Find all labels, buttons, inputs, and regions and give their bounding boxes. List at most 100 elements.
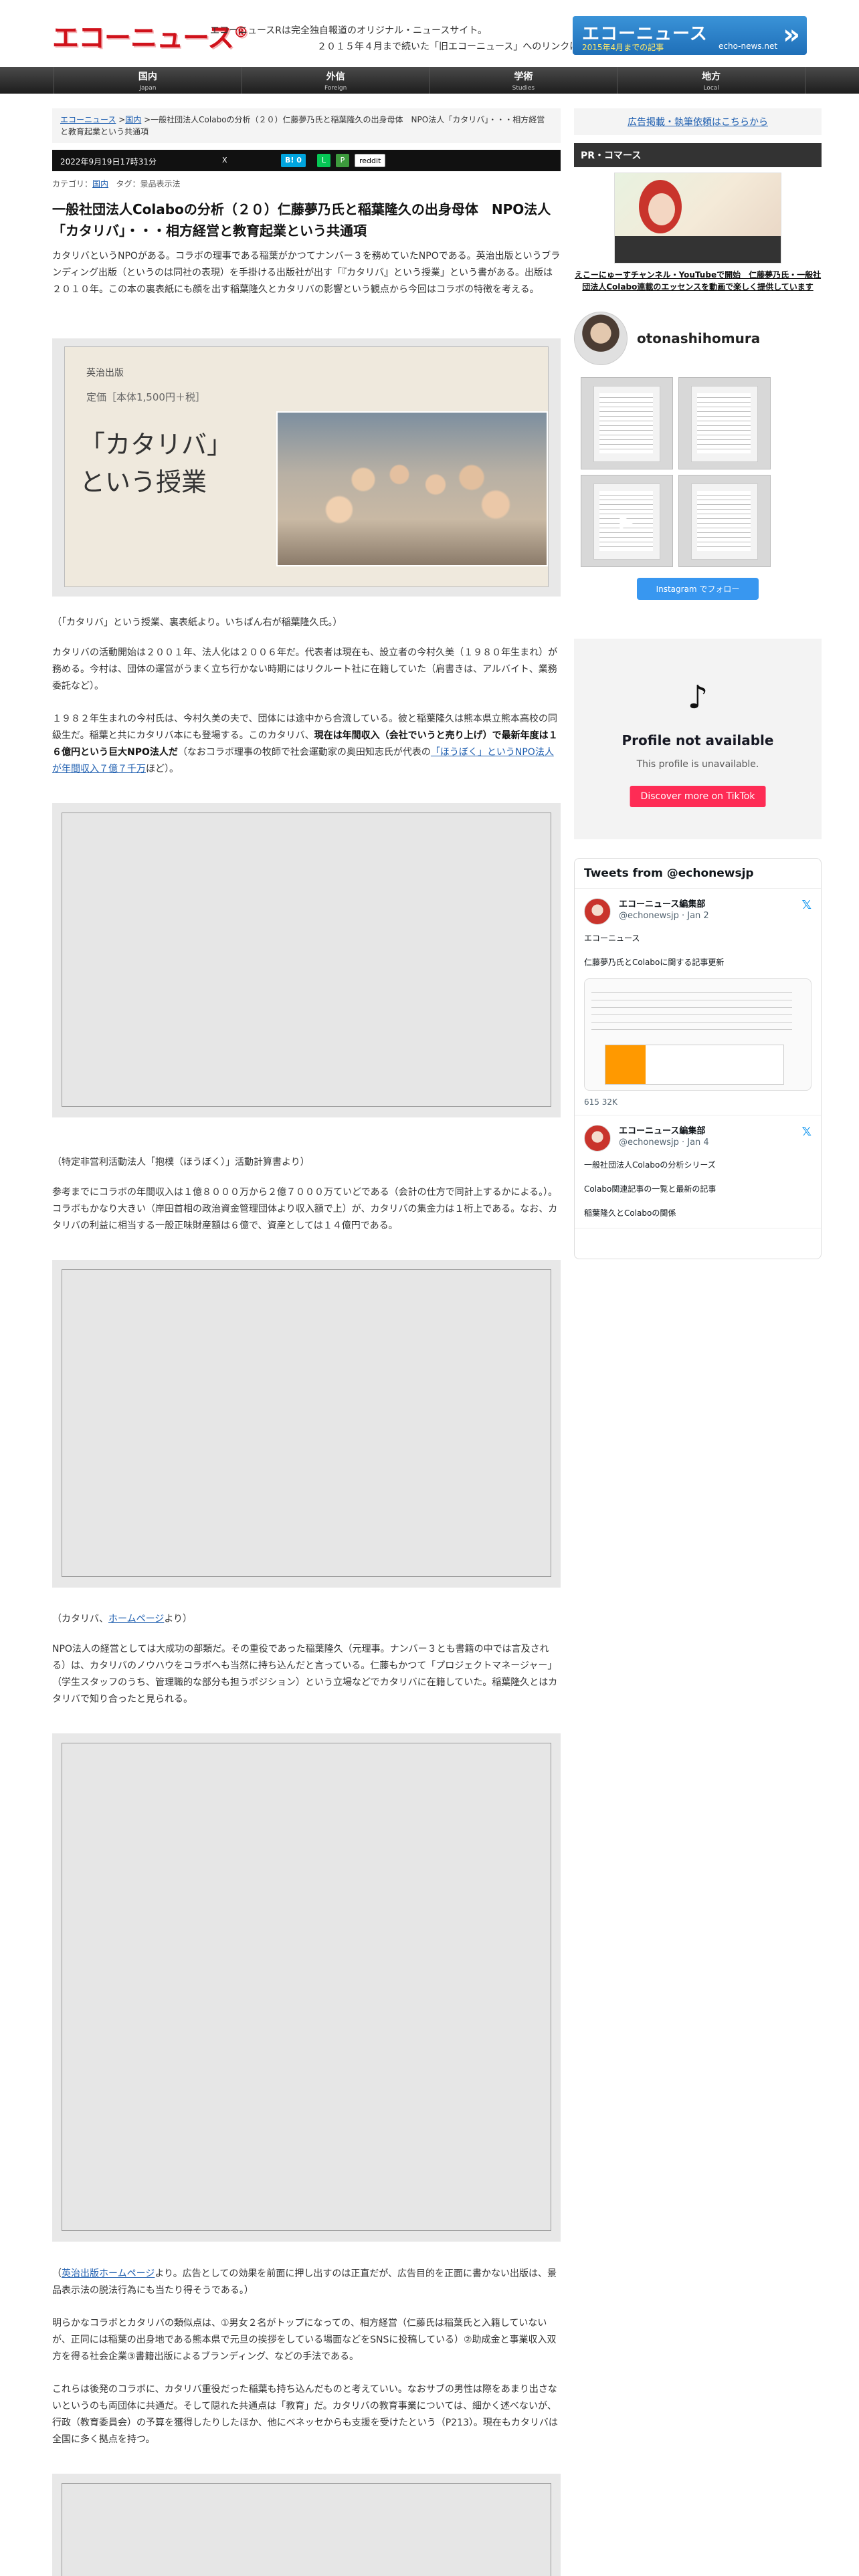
share-line-button[interactable]: L	[317, 154, 330, 167]
nav-label: 外信	[326, 72, 345, 82]
image-placeholder-1	[52, 803, 561, 1117]
instagram-avatar[interactable]	[574, 312, 628, 365]
x-logo-icon[interactable]: 𝕏	[801, 898, 812, 912]
pr-heading: PR・コマース	[574, 143, 822, 167]
share-reddit-button[interactable]: reddit	[355, 154, 386, 167]
p3-text-c: （なおコラボ理事の牧師で社会運動家の奥田知志氏が代表の	[177, 747, 431, 758]
tag-link[interactable]: 景品表示法	[140, 179, 181, 189]
tagline-line-2[interactable]: ２０１５年４月まで続いた「旧エコーニュース」へのリンクはこちら	[317, 39, 607, 55]
x-logo-icon[interactable]: 𝕏	[801, 1125, 812, 1139]
nav-item-studies[interactable]: 学術 Studies	[429, 67, 617, 94]
nav-label: 地方	[702, 72, 721, 82]
nav-item-local[interactable]: 地方 Local	[617, 67, 805, 94]
paragraph-3: １９８２年生まれの今村氏は、今村久美の夫で、団体には途中から合流している。彼と稲…	[52, 711, 561, 778]
twitter-timeline: Tweets from @echonewsjp エコーニュース編集部 @echo…	[574, 858, 822, 1259]
caption-1: （「カタリバ」という授業、裏表紙より。いちばん右が稲葉隆久氏。）	[52, 617, 343, 628]
nav-label: 学術	[514, 72, 533, 82]
amazon-logo-icon	[605, 1045, 646, 1084]
article-column: エコーニュース >国内 >一般社団法人Colaboの分析（２０）仁藤夢乃氏と稲葉…	[52, 108, 561, 2576]
katariba-homepage-link[interactable]: ホームページ	[108, 1614, 164, 1624]
nav-sublabel: Local	[703, 85, 719, 92]
image-placeholder-3	[52, 1733, 561, 2242]
breadcrumb: エコーニュース >国内 >一般社団法人Colaboの分析（２０）仁藤夢乃氏と稲葉…	[52, 108, 561, 143]
banner-subtitle: 2015年4月までの記事	[582, 43, 664, 52]
article-meta-bar: 2022年9月19日17時31分 X B! 0 L P reddit	[52, 150, 561, 171]
tiktok-discover-button[interactable]: Discover more on TikTok	[630, 786, 766, 807]
instagram-grid: ▶	[581, 377, 822, 567]
ad-inquiry-link[interactable]: 広告掲載・執筆依頼はこちらから	[574, 108, 822, 135]
pr-box: えこーにゅーすチャンネル・YouTubeで開始 仁藤夢乃氏・一般社団法人Cola…	[574, 167, 822, 293]
tiktok-title: Profile not available	[622, 732, 774, 748]
book-publisher: 英治出版	[86, 368, 124, 379]
image-placeholder-4	[52, 2474, 561, 2576]
share-hatena-button[interactable]: B! 0	[281, 154, 306, 167]
book-cover-image: 英治出版 定価［本体1,500円＋税］ 「カタリバ」 という授業	[64, 346, 549, 587]
caption-3-a: （カタリバ、	[52, 1614, 108, 1624]
instagram-username[interactable]: otonashihomura	[637, 330, 760, 346]
tagline-line-1: エコーニュースRは完全独自報道のオリジナル・ニュースサイト。	[210, 25, 488, 36]
main-nav: 国内 Japan 外信 Foreign 学術 Studies 地方 Local	[0, 67, 859, 94]
paragraph-6: 明らかなコラボとカタリバの類似点は、①男女２名がトップになっての、相方経営（仁藤…	[52, 2318, 557, 2362]
instagram-post[interactable]	[678, 377, 771, 469]
tweet-avatar[interactable]	[584, 898, 611, 925]
book-title: 「カタリバ」 という授業	[80, 426, 232, 501]
caption-4: （英治出版ホームページより。広告としての効果を前面に押し出すのは正直だが、広告目…	[52, 2266, 561, 2299]
old-site-banner[interactable]: エコーニュース 2015年4月までの記事 echo-news.net »	[573, 16, 807, 55]
image-placeholder-2	[52, 1260, 561, 1588]
caption-2: （特定非営利活動法人「抱樸（ほうぼく）」活動計算書より）	[52, 1157, 310, 1168]
book-title-line-1: 「カタリバ」	[80, 430, 233, 459]
tweet-author[interactable]: エコーニュース編集部	[619, 1123, 812, 1136]
tweet-text: 稲葉隆久とColaboの関係	[584, 1208, 676, 1218]
tweet[interactable]: エコーニュース編集部 @echonewsjp · Jan 2 𝕏 エコーニュース…	[575, 889, 821, 1115]
nav-item-japan[interactable]: 国内 Japan	[54, 67, 242, 94]
tweet-text: 一般社団法人Colaboの分析シリーズ	[584, 1160, 716, 1170]
paragraph-7: これらは後発のコラボに、カタリバ重役だった稲葉も持ち込んだものと考えていい。なお…	[52, 2384, 558, 2445]
nav-sublabel: Studies	[512, 85, 535, 92]
share-pocket-button[interactable]: P	[336, 154, 349, 167]
sidebar: 広告掲載・執筆依頼はこちらから PR・コマース えこーにゅーすチャンネル・You…	[574, 108, 822, 1259]
youtube-promo-link[interactable]: えこーにゅーすチャンネル・YouTubeで開始 仁藤夢乃氏・一般社団法人Cola…	[574, 269, 822, 293]
nav-item-foreign[interactable]: 外信 Foreign	[241, 67, 430, 94]
caption-4-a: （	[52, 2268, 62, 2279]
youtube-promo-image[interactable]	[614, 173, 781, 263]
site-tagline: エコーニュースRは完全独自報道のオリジナル・ニュースサイト。 ２０１５年４月まで…	[210, 23, 607, 55]
tiktok-widget: ♪ Profile not available This profile is …	[574, 639, 822, 839]
caption-3: （カタリバ、ホームページより）	[52, 1612, 561, 1625]
caption-3-b: より）	[164, 1614, 193, 1624]
tweet-embedded-card[interactable]	[584, 978, 812, 1091]
category-link[interactable]: 国内	[92, 179, 108, 189]
tweet-handle: @echonewsjp · Jan 4	[619, 1138, 709, 1148]
paragraph-2: カタリバの活動開始は２００１年、法人化は２００６年だ。代表者は現在も、設立者の今…	[52, 647, 558, 691]
instagram-header: otonashihomura	[574, 312, 822, 365]
tweet-text: 仁藤夢乃氏とColaboに関する記事更新	[584, 958, 725, 967]
instagram-post[interactable]	[581, 377, 673, 469]
tweet[interactable]: エコーニュース編集部 @echonewsjp · Jan 4 𝕏 一般社団法人C…	[575, 1115, 821, 1228]
tweet-avatar[interactable]	[584, 1125, 611, 1152]
instagram-follow-button[interactable]: Instagram でフォロー	[637, 578, 759, 600]
instagram-post[interactable]: ▶	[581, 475, 673, 567]
p3-text-d: ほど）。	[146, 764, 179, 774]
hatena-count: 0	[296, 156, 302, 165]
book-price: 定価［本体1,500円＋税］	[86, 391, 205, 403]
double-chevron-right-icon: »	[783, 19, 800, 50]
instagram-widget: otonashihomura ▶ Instagram でフォロー	[574, 312, 822, 600]
logo-text[interactable]: エコーニュース	[52, 23, 234, 53]
eiji-homepage-link[interactable]: 英治出版ホームページ	[62, 2268, 155, 2279]
breadcrumb-home[interactable]: エコーニュース	[60, 115, 116, 124]
category-line: カテゴリ：国内 タグ：景品表示法	[52, 178, 561, 189]
tweet-author[interactable]: エコーニュース編集部	[619, 897, 812, 909]
hatena-label: B!	[285, 156, 294, 165]
book-cover-figure: 英治出版 定価［本体1,500円＋税］ 「カタリバ」 という授業	[52, 338, 561, 597]
group-photo	[276, 411, 548, 566]
twitter-timeline-heading[interactable]: Tweets from @echonewsjp	[575, 859, 821, 889]
instagram-post[interactable]	[678, 475, 771, 567]
share-x-button[interactable]: X	[218, 154, 231, 167]
breadcrumb-category[interactable]: 国内	[125, 115, 141, 124]
tiktok-subtitle: This profile is unavailable.	[636, 759, 759, 770]
site-header: エコーニュース® エコーニュースRは完全独自報道のオリジナル・ニュースサイト。 …	[0, 0, 859, 67]
banner-url: echo-news.net	[719, 41, 778, 51]
nav-sublabel: Foreign	[324, 85, 347, 92]
tweet-text: Colabo関連記事の一覧と最新の記事	[584, 1184, 717, 1194]
paragraph-4: 参考までにコラボの年間収入は１億８０００万から２億７０００万ていどである（会計の…	[52, 1187, 558, 1231]
publish-date: 2022年9月19日17時31分	[60, 157, 157, 167]
